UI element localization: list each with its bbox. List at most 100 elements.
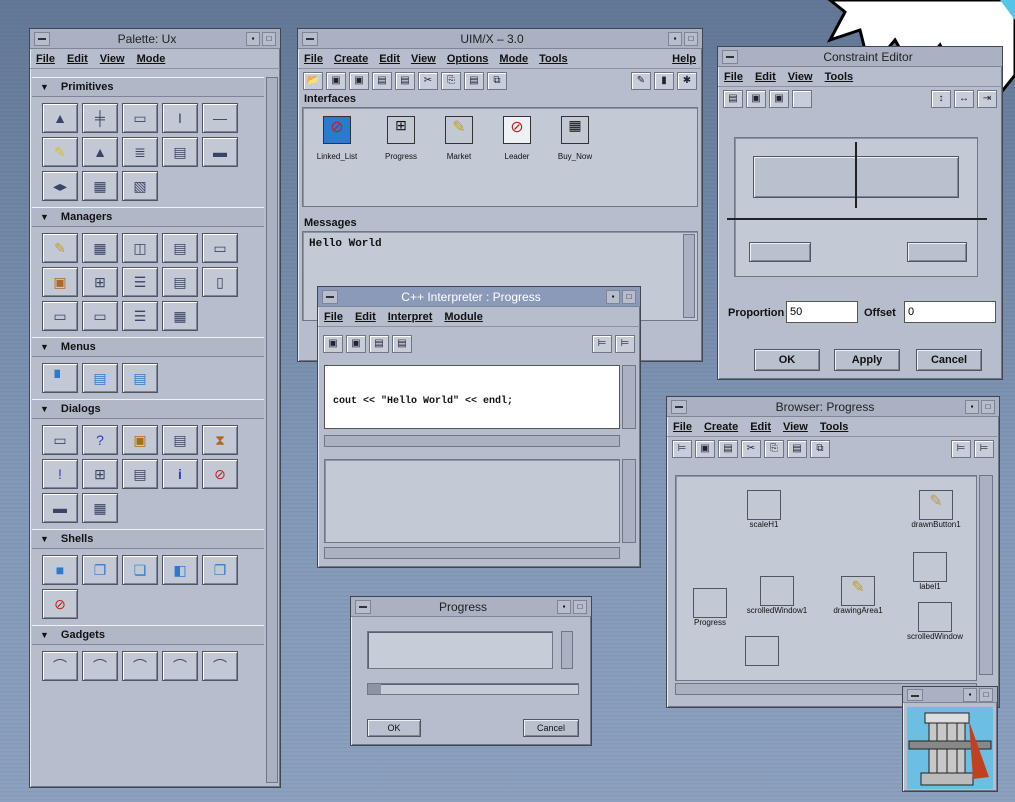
browser-titlebar[interactable]: Browser: Progress ▪ □ bbox=[667, 397, 999, 417]
test-mode-icon[interactable]: ▮ bbox=[654, 72, 674, 90]
section-shells[interactable]: Shells bbox=[32, 529, 264, 549]
info-dialog-icon[interactable]: i bbox=[162, 459, 198, 489]
print-icon[interactable]: ▤ bbox=[718, 440, 738, 458]
horizontal-spring-icon[interactable]: ↔ bbox=[954, 90, 974, 108]
gadget-icon[interactable]: ⌒ bbox=[202, 651, 238, 681]
tree-node-progress[interactable]: Progress bbox=[684, 588, 736, 636]
menu-view[interactable]: View bbox=[788, 71, 813, 83]
menu-view[interactable]: View bbox=[783, 421, 808, 433]
tree-node-drawingArea1[interactable]: ✎ drawingArea1 bbox=[824, 576, 892, 624]
dialog-icon[interactable]: ▭ bbox=[42, 425, 78, 455]
save-icon[interactable]: ▣ bbox=[346, 335, 366, 353]
fit-icon[interactable]: ⇥ bbox=[977, 90, 997, 108]
load-icon[interactable]: ▣ bbox=[323, 335, 343, 353]
child-widget-right[interactable] bbox=[907, 242, 967, 262]
form-dialog-icon[interactable]: ▦ bbox=[82, 493, 118, 523]
transient-shell-icon[interactable]: ❏ bbox=[122, 555, 158, 585]
menu-options[interactable]: Options bbox=[447, 53, 489, 65]
pointer-icon[interactable]: ✱ bbox=[677, 72, 697, 90]
progress-titlebar[interactable]: Progress ▪ □ bbox=[351, 597, 591, 617]
bulletin-board-icon[interactable]: ▭ bbox=[42, 301, 78, 331]
cut-icon[interactable]: ✂ bbox=[418, 72, 438, 90]
tree-node-scrolledWindow1[interactable]: scrolledWindow1 bbox=[736, 576, 818, 624]
paste-icon[interactable]: ▤ bbox=[464, 72, 484, 90]
menu-tools[interactable]: Tools bbox=[825, 71, 854, 83]
menu-mode[interactable]: Mode bbox=[499, 53, 528, 65]
section-managers[interactable]: Managers bbox=[32, 207, 264, 227]
paned-icon[interactable]: ☰ bbox=[122, 267, 158, 297]
menu-view[interactable]: View bbox=[411, 53, 436, 65]
print-all-icon[interactable]: ▤ bbox=[395, 72, 415, 90]
tree-node-scrolledWindow[interactable]: scrolledWindow bbox=[902, 602, 968, 650]
window-menu-icon[interactable] bbox=[671, 399, 687, 414]
offset-field[interactable] bbox=[904, 301, 996, 323]
menu-tools[interactable]: Tools bbox=[539, 53, 568, 65]
collapse-icon[interactable]: ⊨ bbox=[974, 440, 994, 458]
minimize-icon[interactable]: ▪ bbox=[668, 31, 682, 46]
paned-window-icon[interactable]: ☰ bbox=[122, 301, 158, 331]
maximize-icon[interactable]: □ bbox=[981, 399, 995, 414]
maximize-icon[interactable]: □ bbox=[622, 289, 636, 304]
duplicate-icon[interactable]: ⧉ bbox=[487, 72, 507, 90]
apply-button[interactable]: Apply bbox=[834, 349, 900, 371]
scale-h-icon[interactable]: ▭ bbox=[202, 233, 238, 263]
progress-spinner[interactable] bbox=[561, 631, 573, 669]
menu-view[interactable]: View bbox=[100, 53, 125, 65]
copy-icon[interactable]: ⎘ bbox=[441, 72, 461, 90]
save-icon[interactable]: ▣ bbox=[326, 72, 346, 90]
interface-item[interactable]: ⊞ Progress bbox=[377, 116, 425, 161]
override-shell-icon[interactable]: ◧ bbox=[162, 555, 198, 585]
interface-item[interactable]: ⊘ Leader bbox=[493, 116, 541, 161]
window-menu-icon[interactable] bbox=[302, 31, 318, 46]
label-icon[interactable]: ▭ bbox=[122, 103, 158, 133]
minimize-icon[interactable]: ▪ bbox=[606, 289, 620, 304]
window-menu-icon[interactable] bbox=[907, 688, 923, 701]
drawing-area-icon[interactable]: ✎ bbox=[42, 233, 78, 263]
palette-scrollbar[interactable] bbox=[266, 77, 278, 783]
save-icon[interactable]: ▣ bbox=[695, 440, 715, 458]
section-gadgets[interactable]: Gadgets bbox=[32, 625, 264, 645]
scrolled-window-icon[interactable]: ◫ bbox=[122, 233, 158, 263]
arrow-button-icon[interactable]: ▲ bbox=[42, 103, 78, 133]
paste-icon[interactable]: ▤ bbox=[787, 440, 807, 458]
code-editor[interactable]: cout << "Hello World" << endl; bbox=[324, 365, 620, 429]
section-dialogs[interactable]: Dialogs bbox=[32, 399, 264, 419]
menu-mode[interactable]: Mode bbox=[137, 53, 166, 65]
minimize-icon[interactable]: ▪ bbox=[965, 399, 979, 414]
tree-node-scaleH1[interactable]: scaleH1 bbox=[738, 490, 790, 538]
menu-edit[interactable]: Edit bbox=[755, 71, 776, 83]
window-menu-icon[interactable] bbox=[34, 31, 50, 46]
menu-tools[interactable]: Tools bbox=[820, 421, 849, 433]
proportion-field[interactable] bbox=[786, 301, 858, 323]
minimize-icon[interactable]: ▪ bbox=[963, 687, 977, 702]
frame-box-icon[interactable]: ▭ bbox=[82, 301, 118, 331]
app-shell-icon[interactable]: ■ bbox=[42, 555, 78, 585]
push-button-icon[interactable]: ▬ bbox=[202, 137, 238, 167]
menu-create[interactable]: Create bbox=[334, 53, 368, 65]
cut-icon[interactable]: ✂ bbox=[741, 440, 761, 458]
clear-icon[interactable]: ▤ bbox=[392, 335, 412, 353]
blank-icon[interactable] bbox=[792, 90, 812, 108]
progress-cancel-button[interactable]: Cancel bbox=[523, 719, 579, 737]
menu-edit[interactable]: Edit bbox=[355, 311, 376, 323]
gadget-icon[interactable]: ⌒ bbox=[162, 651, 198, 681]
menu-file[interactable]: File bbox=[36, 53, 55, 65]
code-hscrollbar[interactable] bbox=[324, 435, 620, 447]
align-icon[interactable]: ▤ bbox=[723, 90, 743, 108]
dialog-shell-icon[interactable]: ❐ bbox=[202, 555, 238, 585]
gadget-icon[interactable]: ⌒ bbox=[42, 651, 78, 681]
palette-titlebar[interactable]: Palette: Ux ▪ □ bbox=[30, 29, 280, 49]
icon-titlebar[interactable]: ▪ □ bbox=[903, 687, 997, 703]
ok-button[interactable]: OK bbox=[754, 349, 820, 371]
option-menu-icon[interactable]: ▤ bbox=[122, 363, 158, 393]
template-dialog-icon[interactable]: ▤ bbox=[122, 459, 158, 489]
menu-edit[interactable]: Edit bbox=[379, 53, 400, 65]
menu-file[interactable]: File bbox=[724, 71, 743, 83]
minimize-icon[interactable]: ▪ bbox=[246, 31, 260, 46]
vertical-spring-icon[interactable]: ↕ bbox=[931, 90, 951, 108]
save-as-icon[interactable]: ▣ bbox=[349, 72, 369, 90]
menu-edit[interactable]: Edit bbox=[67, 53, 88, 65]
working-dialog-icon[interactable]: ⧗ bbox=[202, 425, 238, 455]
text-field-icon[interactable]: I bbox=[162, 103, 198, 133]
tree-icon[interactable]: ⊨ bbox=[672, 440, 692, 458]
